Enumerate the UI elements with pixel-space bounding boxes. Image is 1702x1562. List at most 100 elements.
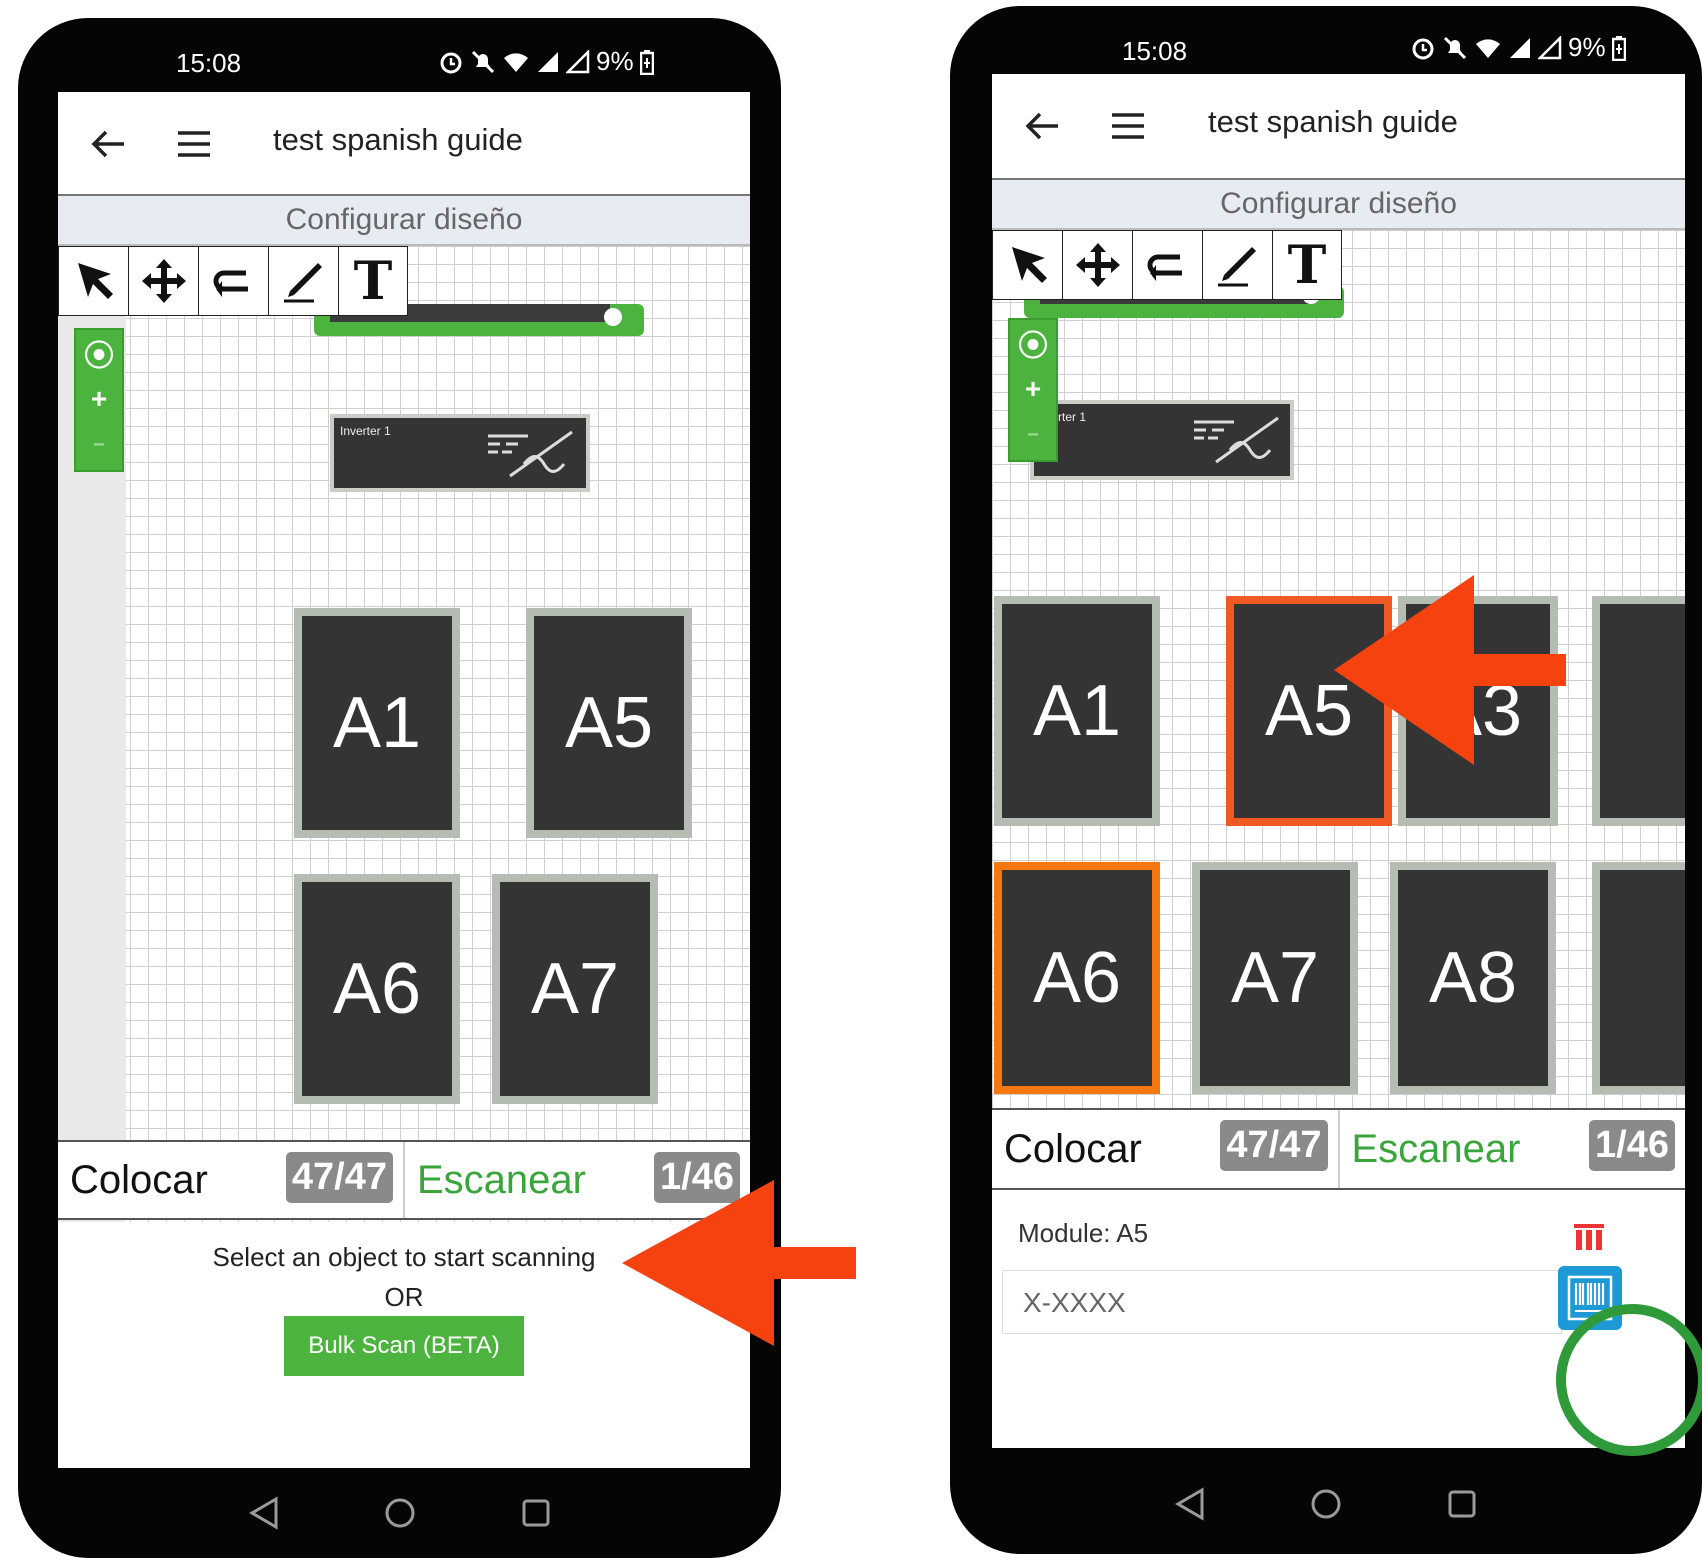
system-navbar [950,1454,1702,1554]
selected-module-label: Module: A5 [1018,1218,1149,1248]
status-time: 15:08 [176,48,242,78]
move-tool[interactable] [128,246,198,316]
move-tool[interactable] [1062,230,1132,300]
layout-subtitle: Configurar diseño [992,180,1685,230]
signal-icon [1510,37,1530,58]
module-a6-highlighted[interactable]: A6 [994,862,1160,1094]
pointer-arrow-module [1334,575,1566,765]
pointer-arrow-scan-tab [622,1180,856,1346]
tab-scan-label: Escanear [417,1157,586,1202]
inverter-block[interactable]: Inverter 1 [330,414,590,492]
battery-percent: 9% [1568,32,1606,62]
app-screen: test spanish guide Configurar diseño T ⦿… [992,74,1685,1448]
inverter-label: rter 1 [1058,410,1087,424]
serial-input[interactable]: X-XXXX [1002,1270,1562,1334]
text-tool-icon: T [353,250,393,312]
pencil-tool[interactable] [1202,230,1272,300]
tab-place[interactable]: Colocar 47/47 [992,1110,1338,1188]
signal-icon [538,51,558,72]
zoom-out-button[interactable]: − [76,422,122,468]
mute-icon [471,50,495,73]
module-partial-right-2[interactable] [1592,862,1685,1094]
nav-back-icon[interactable] [246,1495,282,1531]
pointer-icon [77,263,113,299]
nav-home-icon[interactable] [382,1495,418,1531]
app-bar: test spanish guide [992,74,1685,180]
undo-tool[interactable] [1132,230,1202,300]
drawing-toolbar: T [58,246,408,316]
move-icon [1075,243,1120,287]
zoom-in-button[interactable]: + [76,376,122,422]
zoom-in-button[interactable]: + [1010,366,1056,412]
highlight-ring-barcode [1556,1304,1702,1456]
place-count-badge: 47/47 [1220,1120,1328,1171]
clear-icon[interactable] [1572,1222,1606,1252]
inverter-label: Inverter 1 [340,424,391,438]
module-a1[interactable]: A1 [994,596,1160,826]
app-bar: test spanish guide [58,92,750,196]
alarm-icon [440,52,462,73]
bulk-scan-button[interactable]: Bulk Scan (BETA) [284,1316,524,1376]
text-tool-icon: T [1287,234,1327,296]
zoom-controls: ⦿ + − [74,328,124,472]
signal-icon-2 [1538,35,1562,59]
nav-back-icon[interactable] [1172,1486,1208,1522]
tab-place-label: Colocar [1004,1126,1142,1171]
status-icons: 9% [1410,32,1626,63]
battery-icon [1611,35,1626,61]
module-a8[interactable]: A8 [1390,862,1556,1094]
nav-recents-icon[interactable] [1444,1486,1480,1522]
page-title: test spanish guide [273,122,523,157]
text-tool[interactable]: T [1272,230,1342,300]
pointer-icon [1011,247,1047,283]
tab-place[interactable]: Colocar 47/47 [58,1142,403,1218]
locate-icon[interactable]: ⦿ [1010,320,1056,366]
wifi-icon [504,52,528,72]
pencil-icon [1217,247,1256,287]
undo-icon [213,270,248,297]
locate-icon[interactable]: ⦿ [76,330,122,376]
tab-scan[interactable]: Escanear 1/46 [1337,1110,1686,1188]
pencil-icon [283,263,322,303]
zoom-controls: ⦿ + − [1008,318,1058,462]
back-arrow-icon[interactable] [88,124,128,164]
module-a1[interactable]: A1 [294,608,460,838]
scan-count-badge: 1/46 [1589,1120,1675,1171]
alarm-icon [1412,38,1434,59]
status-time: 15:08 [1122,36,1188,66]
module-a7[interactable]: A7 [1192,862,1358,1094]
signal-icon-2 [566,49,590,73]
page-title: test spanish guide [1208,104,1458,139]
inverter-icon [488,430,573,478]
battery-percent: 9% [596,46,634,76]
place-count-badge: 47/47 [285,1152,393,1203]
text-tool[interactable]: T [338,246,408,316]
wifi-icon [1476,38,1500,58]
drawing-toolbar: T [992,230,1342,300]
nav-recents-icon[interactable] [518,1495,554,1531]
tab-place-label: Colocar [70,1157,208,1202]
undo-tool[interactable] [198,246,268,316]
pointer-tool[interactable] [992,230,1062,300]
inverter-block[interactable]: rter 1 [1030,400,1294,480]
module-a5[interactable]: A5 [526,608,692,838]
layout-subtitle: Configurar diseño [58,196,750,246]
battery-icon [639,49,654,75]
pointer-tool[interactable] [58,246,128,316]
inverter-icon [1194,416,1279,464]
module-a7[interactable]: A7 [492,874,658,1104]
system-navbar [18,1468,781,1558]
move-icon [141,259,186,303]
back-arrow-icon[interactable] [1022,106,1062,146]
menu-icon[interactable] [1110,108,1146,144]
undo-icon [1147,254,1182,281]
menu-icon[interactable] [176,126,212,162]
status-icons: 9% [438,46,654,77]
zoom-out-button[interactable]: − [1010,412,1056,458]
nav-home-icon[interactable] [1308,1486,1344,1522]
module-partial-right[interactable] [1592,596,1685,826]
mode-tabs: Colocar 47/47 Escanear 1/46 [992,1108,1685,1190]
pencil-tool[interactable] [268,246,338,316]
module-a6[interactable]: A6 [294,874,460,1104]
mute-icon [1443,36,1467,59]
